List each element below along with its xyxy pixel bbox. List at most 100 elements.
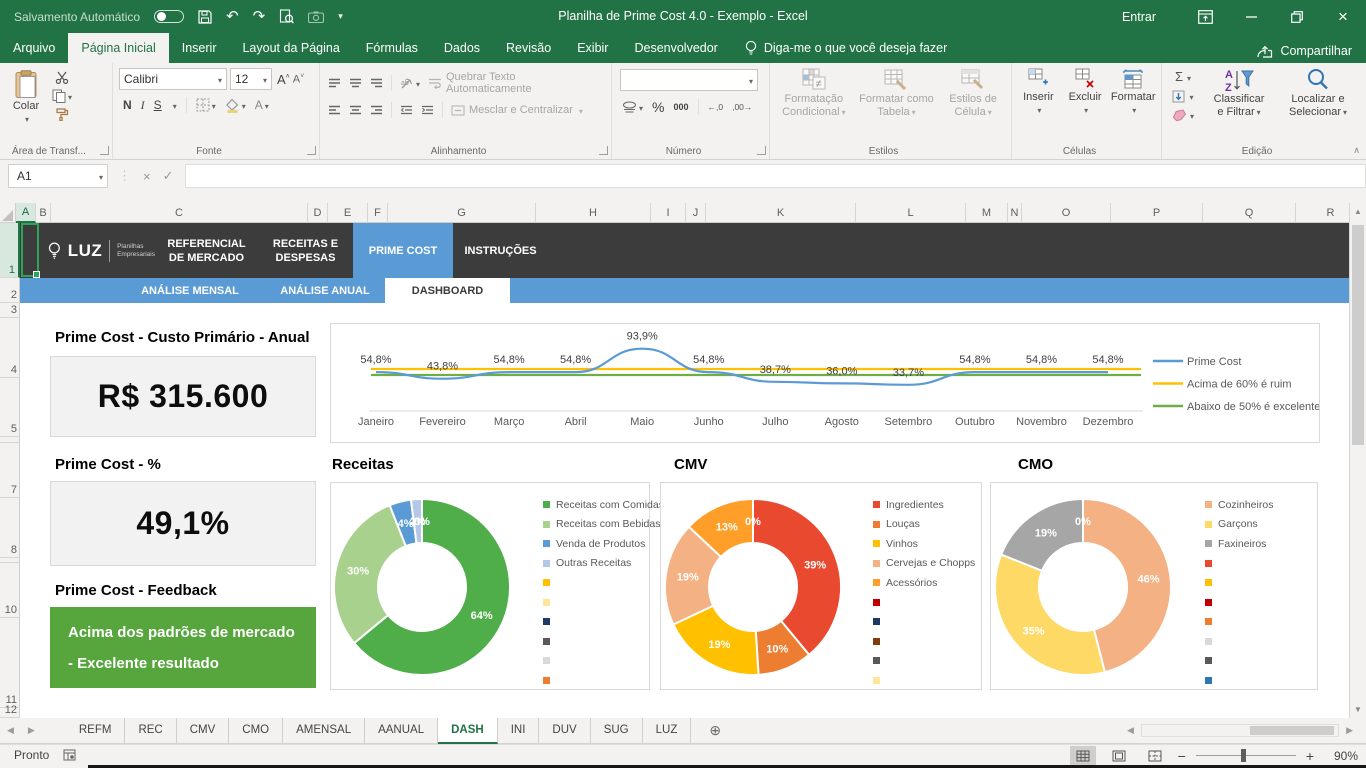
page-break-view-icon[interactable] [1142, 746, 1168, 765]
cmo-donut-chart[interactable]: 46%35%19%0% CozinheirosGarçonsFaxineiros [990, 482, 1318, 690]
zoom-out-button[interactable]: − [1178, 748, 1186, 764]
italic-button[interactable]: I [141, 98, 145, 113]
align-top-icon[interactable] [328, 78, 341, 89]
hscroll-right-icon[interactable]: ▶ [1339, 725, 1360, 736]
cancel-entry-icon[interactable]: × [143, 169, 151, 184]
sheet-tab-luz[interactable]: LUZ [643, 718, 692, 744]
wrap-text-button[interactable]: Quebrar Texto Automaticamente [428, 71, 603, 95]
prime-cost-line-chart[interactable]: JaneiroFevereiroMarçoAbrilMaioJunhoJulho… [330, 323, 1320, 443]
column-header-m[interactable]: M [966, 203, 1008, 223]
add-sheet-icon[interactable]: ⊕ [709, 722, 721, 739]
selected-cell-a1[interactable] [21, 223, 39, 277]
menu-tab-desenvolvedor[interactable]: Desenvolvedor [621, 33, 730, 63]
font-name-select[interactable]: Calibri [119, 68, 227, 90]
column-header-j[interactable]: J [686, 203, 706, 223]
sheet-next-icon[interactable]: ▶ [21, 725, 42, 736]
increase-decimal-button[interactable]: ←,0 [708, 102, 724, 112]
decrease-indent-icon[interactable] [400, 105, 413, 116]
align-middle-icon[interactable] [349, 78, 362, 89]
column-header-o[interactable]: O [1022, 203, 1111, 223]
merge-center-button[interactable]: Mesclar e Centralizar [451, 103, 583, 117]
copy-icon[interactable] [52, 89, 72, 103]
bold-button[interactable]: N [123, 98, 132, 112]
column-header-k[interactable]: K [706, 203, 856, 223]
redo-icon[interactable]: ↷ [253, 9, 266, 24]
sheet-tab-sug[interactable]: SUG [591, 718, 643, 744]
decrease-decimal-button[interactable]: ,00→ [732, 102, 752, 112]
ribbon-display-options-icon[interactable] [1182, 0, 1228, 33]
column-header-q[interactable]: Q [1203, 203, 1296, 223]
row-header-2[interactable]: 2 [0, 278, 20, 303]
sign-in-button[interactable]: Entrar [1096, 10, 1182, 24]
sheet-tab-rec[interactable]: REC [125, 718, 176, 744]
row-header-10[interactable]: 10 [0, 563, 20, 618]
row-header-4[interactable]: 4 [0, 318, 20, 378]
horizontal-scrollbar[interactable]: ◀ ▶ [1120, 724, 1360, 737]
menu-tab-arquivo[interactable]: Arquivo [0, 33, 68, 63]
sheet-tab-duv[interactable]: DUV [539, 718, 590, 744]
cmv-donut-chart[interactable]: 39%10%19%19%13%0% IngredientesLouçasVinh… [660, 482, 982, 690]
sub-tab-analise-mensal[interactable]: ANÁLISE MENSAL [115, 278, 265, 303]
row-header-8[interactable]: 8 [0, 498, 20, 558]
increase-indent-icon[interactable] [421, 105, 434, 116]
decrease-font-icon[interactable]: A˅ [293, 73, 304, 86]
row-header-1[interactable]: 1 [0, 223, 20, 278]
fill-color-icon[interactable] [225, 98, 246, 113]
sheet-prev-icon[interactable]: ◀ [0, 725, 21, 736]
menu-tab-layout-da-pagina[interactable]: Layout da Página [229, 33, 352, 63]
minimize-button[interactable] [1228, 0, 1274, 33]
page-layout-view-icon[interactable] [1106, 746, 1132, 765]
menu-tab-revisao[interactable]: Revisão [493, 33, 564, 63]
autosum-icon[interactable]: Σ [1166, 69, 1200, 84]
align-left-icon[interactable] [328, 105, 341, 116]
select-all-corner[interactable] [0, 203, 16, 223]
clear-icon[interactable] [1166, 108, 1200, 122]
column-header-e[interactable]: E [328, 203, 368, 223]
sheet-tab-aanual[interactable]: AANUAL [365, 718, 438, 744]
restore-button[interactable] [1274, 0, 1320, 33]
align-right-icon[interactable] [370, 105, 383, 116]
qat-customize-icon[interactable]: ▾ [338, 12, 343, 21]
sheet-tab-cmo[interactable]: CMO [229, 718, 283, 744]
name-box[interactable]: A1 [8, 164, 108, 188]
close-button[interactable]: × [1320, 0, 1366, 33]
menu-tab-exibir[interactable]: Exibir [564, 33, 621, 63]
sheet-tab-refm[interactable]: REFM [66, 718, 126, 744]
align-center-icon[interactable] [349, 105, 362, 116]
fill-icon[interactable] [1166, 89, 1200, 103]
formula-input[interactable] [185, 164, 1366, 188]
normal-view-icon[interactable] [1070, 746, 1096, 765]
sheet-tab-cmv[interactable]: CMV [177, 718, 230, 744]
increase-font-icon[interactable]: A˄ [277, 72, 290, 87]
collapse-ribbon-icon[interactable]: ∧ [1353, 145, 1360, 156]
orientation-icon[interactable]: ab [400, 76, 420, 90]
horizontal-scroll-thumb[interactable] [1250, 726, 1334, 735]
percent-style-button[interactable]: % [652, 99, 664, 115]
accounting-format-icon[interactable] [622, 100, 643, 114]
nav-tab-referencial-de-mercado[interactable]: REFERENCIALDE MERCADO [155, 223, 258, 278]
nav-tab-receitas-e-despesas[interactable]: RECEITAS EDESPESAS [258, 223, 353, 278]
borders-icon[interactable] [196, 98, 216, 112]
dialog-launcher-icon[interactable] [100, 146, 109, 155]
column-header-a[interactable]: A [16, 203, 36, 223]
vertical-scrollbar[interactable]: ▲ ▼ [1349, 203, 1366, 718]
camera-icon[interactable] [308, 11, 324, 23]
column-header-f[interactable]: F [368, 203, 388, 223]
paste-button[interactable]: Colar [0, 67, 52, 126]
column-header-d[interactable]: D [308, 203, 328, 223]
sheet-tab-amensal[interactable]: AMENSAL [283, 718, 365, 744]
column-header-h[interactable]: H [536, 203, 651, 223]
number-format-select[interactable] [620, 69, 758, 91]
undo-icon[interactable]: ↶ [226, 9, 239, 24]
print-preview-icon[interactable] [279, 9, 294, 24]
sheet-tab-dash[interactable]: DASH [438, 718, 498, 744]
zoom-slider-thumb[interactable] [1241, 749, 1246, 762]
confirm-entry-icon[interactable]: ✓ [163, 168, 174, 184]
zoom-in-button[interactable]: + [1306, 748, 1314, 764]
nav-tab-prime-cost[interactable]: PRIME COST [353, 223, 453, 278]
row-header-11[interactable]: 11 [0, 618, 20, 708]
sheet-tab-ini[interactable]: INI [498, 718, 540, 744]
column-header-c[interactable]: C [51, 203, 308, 223]
underline-button[interactable]: S [154, 98, 162, 112]
column-header-n[interactable]: N [1008, 203, 1022, 223]
